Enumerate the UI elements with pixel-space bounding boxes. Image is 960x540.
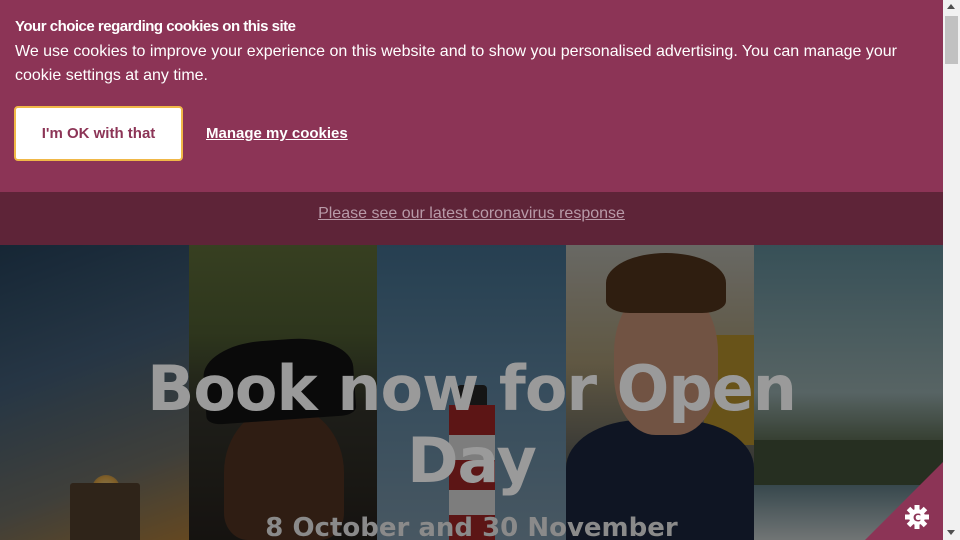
accept-cookies-button[interactable]: I'm OK with that: [14, 106, 183, 161]
hero-title: Book now for Open Day: [0, 353, 943, 497]
manage-cookies-link[interactable]: Manage my cookies: [206, 125, 348, 142]
hero-title-line: Book now for Open: [147, 352, 797, 425]
cookie-banner-title: Your choice regarding cookies on this si…: [15, 18, 296, 35]
hero-title-line: Day: [407, 424, 537, 497]
hero-banner: Book now for Open Day 8 October and 30 N…: [0, 245, 943, 540]
cookie-banner-text: We use cookies to improve your experienc…: [15, 43, 897, 84]
scroll-down-arrow-icon[interactable]: [947, 530, 955, 535]
svg-text:C: C: [913, 512, 921, 525]
vertical-scrollbar[interactable]: [943, 0, 960, 540]
cookie-banner: Your choice regarding cookies on this si…: [0, 0, 943, 192]
notice-bar: Please see our latest coronavirus respon…: [0, 192, 943, 245]
scroll-up-arrow-icon[interactable]: [947, 4, 955, 9]
hero-subtitle: 8 October and 30 November: [265, 513, 678, 540]
scroll-thumb[interactable]: [945, 16, 958, 64]
coronavirus-response-link[interactable]: Please see our latest coronavirus respon…: [0, 192, 943, 236]
cookie-settings-icon[interactable]: C: [903, 503, 931, 531]
